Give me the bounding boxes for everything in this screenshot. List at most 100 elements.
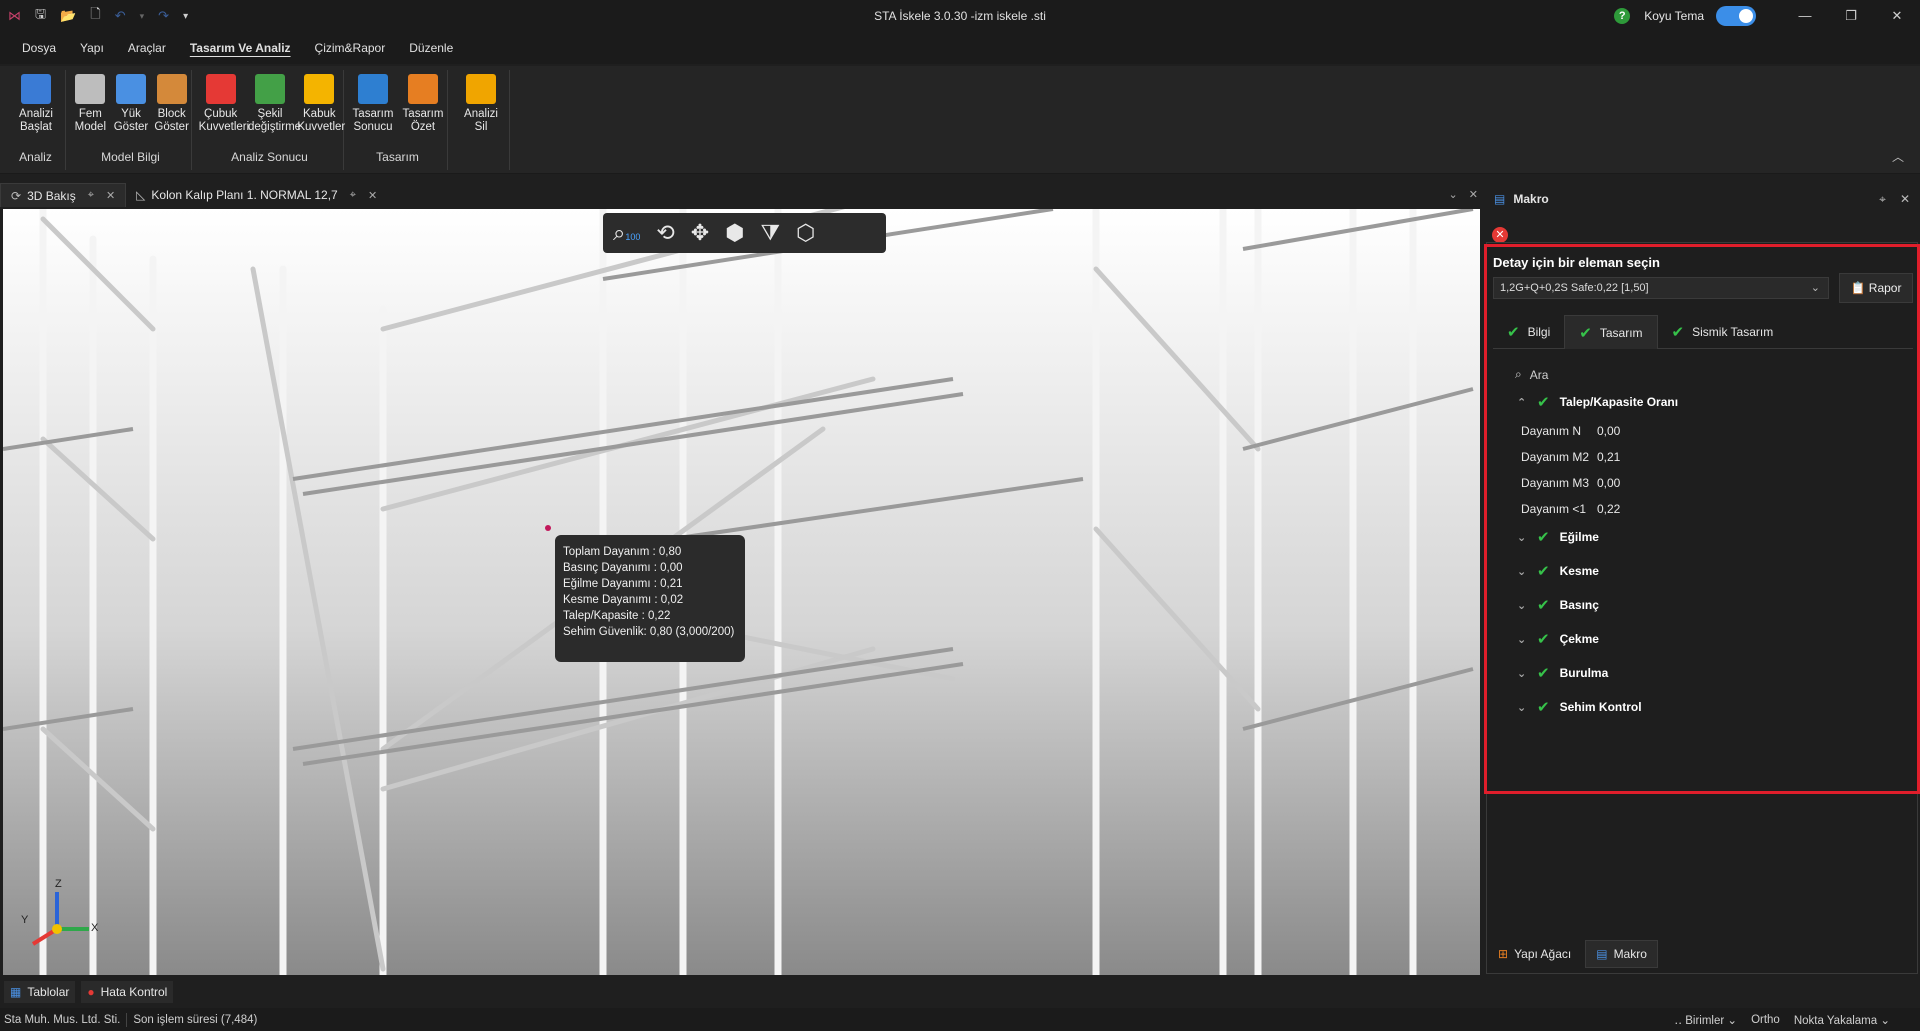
tab-3d-view[interactable]: ⟳ 3D Bakış ⌖ ✕ [0,183,127,207]
tab-column-plan[interactable]: ◺ Kolon Kalıp Planı 1. NORMAL 12,7 ⌖ ✕ [126,183,387,207]
customize-quick-access-icon[interactable]: ▾ [183,11,188,22]
cube-view-icon[interactable]: ⬢ [725,220,744,246]
ribbon-button[interactable]: Analizi Sil [459,74,503,134]
download-arrow-icon [116,74,146,104]
tree-section[interactable]: ⌄ ✔ Çekme [1517,630,1599,648]
check-icon: ✔ [1671,324,1685,341]
tree-icon: ⊞ [1498,947,1509,961]
tab-makro[interactable]: ▤ Makro [1585,940,1658,968]
ribbon-group: Analizi Sil [452,70,510,170]
3d-viewport[interactable]: ⌕100 ⟲ ✥ ⬢ ⧩ ⬡ Toplam Dayanım : 0,80 Bası… [3,209,1480,975]
menu-item[interactable]: Araçlar [116,32,178,64]
undo-dropdown-icon[interactable]: ▾ [140,11,145,22]
chevron-down-icon[interactable]: ⌄ [1517,531,1527,544]
ribbon-button[interactable]: Analizi Başlat [14,74,58,134]
help-icon[interactable]: ? [1614,8,1631,24]
check-icon: ✔ [1537,563,1550,580]
save-icon[interactable]: 🖫 [35,5,46,27]
pin-panel-icon[interactable]: ⌖ [1879,192,1886,207]
load-combination-select[interactable]: 1,2G+Q+0,2S Safe:0,22 [1,50] ⌄ [1493,277,1829,299]
menu-item[interactable]: Yapı [68,32,116,64]
ribbon-group: Analizi Başlat Analiz [6,70,66,170]
chevron-down-icon[interactable]: ⌄ [1517,667,1527,680]
undo-icon[interactable]: ↶ [115,8,126,24]
section-talep-kapasite[interactable]: ⌃ ✔ Talep/Kapasite Oranı [1517,393,1678,411]
chevron-down-icon[interactable]: ⌄ [1517,565,1527,578]
search-input[interactable]: Ara [1530,368,1549,382]
ribbon-button[interactable]: Fem Model [68,74,112,134]
check-icon: ✔ [1579,324,1592,342]
pin-tab-icon[interactable]: ⌖ [88,189,94,202]
ribbon-button[interactable]: Çubuk Kuvvetleri [199,74,249,134]
section-box-icon[interactable]: ⬡ [796,220,815,246]
menu-item[interactable]: Düzenle [397,32,465,64]
bottom-toolbar: ▦ Tablolar ● Hata Kontrol [0,980,1484,1004]
detail-tabs: ✔ Bilgi ✔ Tasarım ✔ Sismik Tasarım [1493,315,1913,349]
chevron-down-icon: ⌄ [1810,282,1820,294]
chevron-down-icon[interactable]: ⌄ [1517,701,1527,714]
axis-z-label: Z [55,878,62,890]
chevron-down-icon[interactable]: ⌄ [1517,599,1527,612]
panel-title: Makro [1513,192,1549,206]
view-toolbar: ⌕100 ⟲ ✥ ⬢ ⧩ ⬡ [603,213,886,253]
ribbon-collapse-icon[interactable]: ︿ [1892,148,1904,165]
error-check-button[interactable]: ● Hata Kontrol [81,981,174,1003]
chevron-down-icon[interactable]: ⌄ [1517,633,1527,646]
open-folder-icon[interactable]: 📂 [60,8,76,24]
tree-section[interactable]: ⌄ ✔ Burulma [1517,664,1608,682]
3d-view-icon: ⟳ [11,188,22,203]
pin-tab-icon[interactable]: ⌖ [350,189,356,202]
restore-icon[interactable]: ❐ [1828,0,1874,32]
ribbon-button[interactable]: Kabuk Kuvvetler [297,74,345,134]
report-button[interactable]: 📋 Rapor [1839,273,1913,303]
dark-theme-toggle[interactable] [1716,6,1756,26]
ribbon-button[interactable]: Tasarım Özet [401,74,445,134]
redo-icon[interactable]: ↷ [158,8,169,24]
check-icon: ✔ [1537,699,1550,716]
close-tab-icon[interactable]: ✕ [106,189,115,202]
tooltip-line: Toplam Dayanım : 0,80 [563,546,682,558]
minimize-icon[interactable]: — [1782,0,1828,32]
menu-item[interactable]: Dosya [10,32,68,64]
menu-bar: Dosya Yapı Araçlar Tasarım Ve Analiz Çizim&R… [0,32,1920,64]
new-file-icon[interactable]: 🗋 [90,5,100,27]
tab-sismik-tasarim[interactable]: ✔ Sismik Tasarım [1658,315,1788,349]
tables-button[interactable]: ▦ Tablolar [4,981,76,1003]
chevron-up-icon[interactable]: ⌃ [1517,396,1527,409]
rotate-icon[interactable]: ⟲ [656,220,674,246]
ribbon-button[interactable]: Şekil değiştirme [248,74,301,134]
menu-item[interactable]: Tasarım Ve Analiz [178,32,303,64]
tab-tasarim[interactable]: ✔ Tasarım [1564,315,1658,349]
menu-item[interactable]: Çizim&Rapor [303,32,398,64]
tree-section[interactable]: ⌄ ✔ Kesme [1517,562,1599,580]
tooltip-line: Basınç Dayanımı : 0,00 [563,562,683,574]
ribbon-button[interactable]: Yük Göster [109,74,153,134]
search-box[interactable]: ⌕ Ara [1515,367,1548,382]
ortho-toggle[interactable]: Ortho [1751,1014,1780,1026]
close-error-icon[interactable]: ✕ [1492,227,1508,243]
tree-section[interactable]: ⌄ ✔ Eğilme [1517,528,1599,546]
units-dropdown[interactable]: ‥ Birimler ⌄ [1674,1013,1737,1027]
close-tab-icon[interactable]: ✕ [368,189,377,202]
theme-label: Koyu Tema [1644,9,1704,23]
tab-bilgi[interactable]: ✔ Bilgi [1493,315,1564,349]
snap-dropdown[interactable]: Nokta Yakalama ⌄ [1794,1013,1890,1027]
last-operation-label: Son işlem süresi (7,484) [133,1013,258,1026]
tree-section[interactable]: ⌄ ✔ Basınç [1517,596,1599,614]
check-icon: ✔ [1537,529,1550,546]
ribbon-group-label: Analiz Sonucu [231,150,308,164]
tabs-dropdown-icon[interactable]: ⌄ [1449,189,1458,201]
pan-icon[interactable]: ✥ [691,220,709,246]
zoom-icon[interactable]: ⌕100 [613,220,640,246]
tab-yapi-agaci[interactable]: ⊞ Yapı Ağacı [1488,940,1581,968]
blocks-icon [156,74,187,104]
close-panel-icon[interactable]: ✕ [1900,192,1910,207]
tree-section[interactable]: ⌄ ✔ Sehim Kontrol [1517,698,1642,716]
summary-chart-icon [408,74,438,104]
close-window-icon[interactable]: ✕ [1874,0,1920,32]
filter-icon[interactable]: ⧩ [760,220,780,246]
ribbon-button[interactable]: Block Göster [150,74,194,134]
ribbon-button[interactable]: Tasarım Sonucu [351,74,395,134]
ribbon-group-label: Tasarım [376,150,419,164]
close-all-tabs-icon[interactable]: ✕ [1469,189,1478,201]
